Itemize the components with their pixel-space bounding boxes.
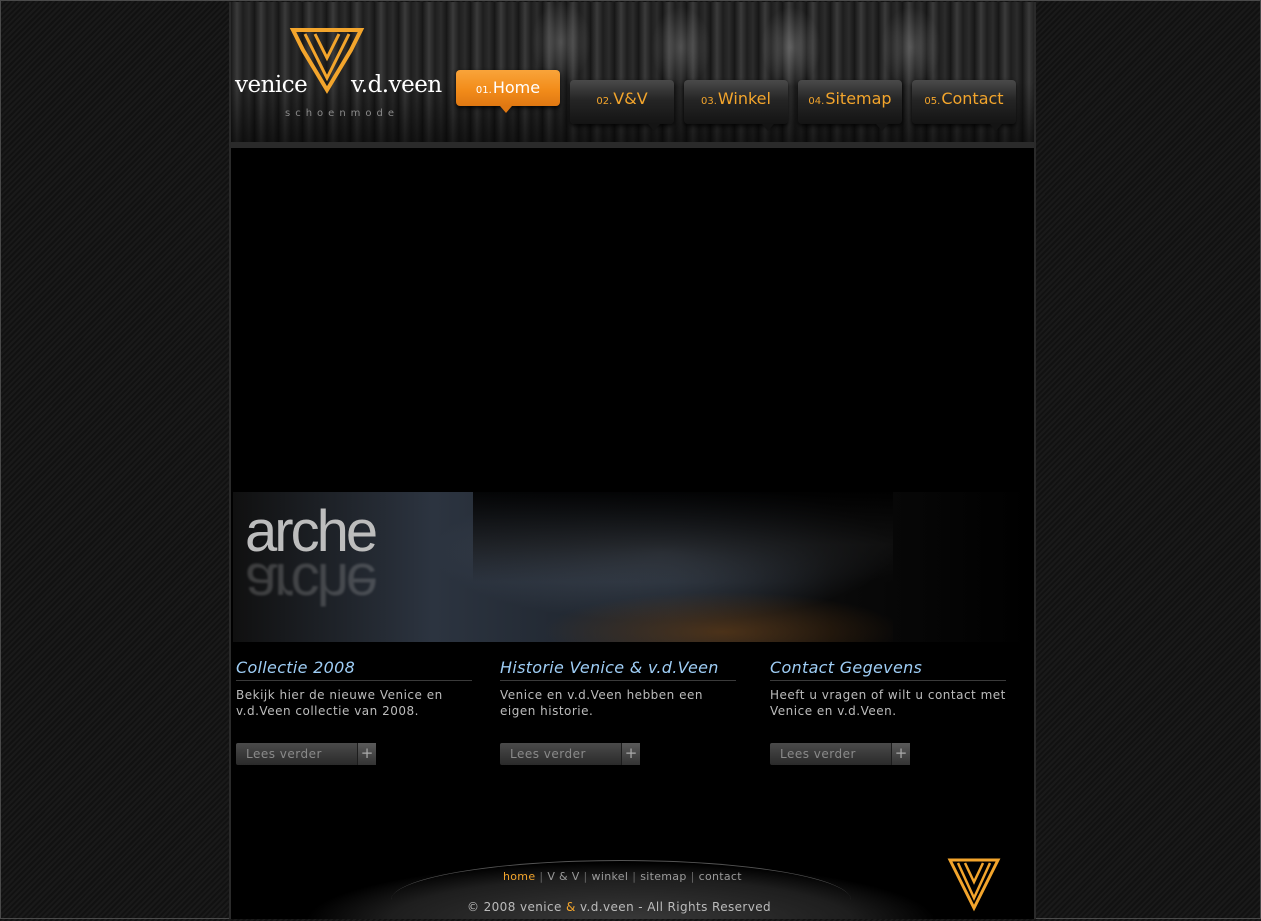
button-label: Lees verder xyxy=(510,747,586,761)
nav-contact-label: Contact xyxy=(941,89,1004,108)
nav-vv-num: 02. xyxy=(596,96,613,107)
nav-winkel-num: 03. xyxy=(701,96,717,107)
logo-text-venice: venice xyxy=(235,72,308,98)
lees-verder-button[interactable]: Lees verder + xyxy=(770,743,910,765)
column-contact: Contact Gegevens Heeft u vragen of wilt … xyxy=(770,658,1006,765)
nav-sitemap-label: Sitemap xyxy=(825,89,892,108)
nav-home-num: 01. xyxy=(475,85,492,96)
button-label: Lees verder xyxy=(780,747,856,761)
nav-pointer xyxy=(762,124,774,131)
vv-monogram-icon xyxy=(947,858,1001,912)
footer-link-vv[interactable]: V & V xyxy=(547,870,579,883)
footer-link-home[interactable]: home xyxy=(503,870,535,883)
footer-separator: | xyxy=(632,870,637,883)
nav-home-label: Home xyxy=(492,78,541,97)
column-collectie: Collectie 2008 Bekijk hier de nieuwe Ven… xyxy=(236,658,472,765)
banner-brand-reflection: arche xyxy=(245,551,376,616)
page-container: venice v.d.veen schoenmode 01.Home 02.V&… xyxy=(229,2,1036,919)
nav-pointer xyxy=(876,124,888,131)
footer-separator: | xyxy=(583,870,588,883)
footer-separator: | xyxy=(539,870,544,883)
column-title: Contact Gegevens xyxy=(770,658,1006,681)
nav-sitemap[interactable]: 04.Sitemap xyxy=(798,80,902,131)
nav-sitemap-num: 04. xyxy=(808,96,825,107)
nav-home[interactable]: 01.Home xyxy=(456,70,560,113)
plus-icon: + xyxy=(357,743,376,765)
footer-link-winkel[interactable]: winkel xyxy=(592,870,629,883)
copyright-post: v.d.veen - All Rights Reserved xyxy=(579,900,772,914)
copyright-text: © 2008 venice & v.d.veen - All Rights Re… xyxy=(467,900,771,914)
footer-nav: home | V & V | winkel | sitemap | contact xyxy=(503,870,742,883)
copyright-pre: © 2008 venice xyxy=(467,900,562,914)
nav-contact[interactable]: 05.Contact xyxy=(912,80,1016,131)
column-title: Historie Venice & v.d.Veen xyxy=(500,658,736,681)
plus-icon: + xyxy=(621,743,640,765)
lees-verder-button[interactable]: Lees verder + xyxy=(236,743,376,765)
lees-verder-button[interactable]: Lees verder + xyxy=(500,743,640,765)
column-text: Bekijk hier de nieuwe Venice en v.d.Veen… xyxy=(236,688,443,718)
button-label: Lees verder xyxy=(246,747,322,761)
nav-pointer xyxy=(648,124,660,131)
nav-contact-num: 05. xyxy=(924,96,941,107)
nav-pointer xyxy=(990,124,1002,131)
promo-banner[interactable]: arche arche xyxy=(233,492,1032,642)
footer-separator: | xyxy=(690,870,695,883)
site-logo[interactable]: venice v.d.veen schoenmode xyxy=(235,20,450,125)
column-text: Heeft u vragen of wilt u contact met Ven… xyxy=(770,688,1006,718)
nav-vv[interactable]: 02.V&V xyxy=(570,80,674,131)
site-footer: home | V & V | winkel | sitemap | contact © 2008… xyxy=(231,842,1034,919)
footer-link-contact[interactable]: contact xyxy=(699,870,742,883)
column-text: Venice en v.d.Veen hebben een eigen hist… xyxy=(500,688,703,718)
nav-vv-label: V&V xyxy=(613,89,648,108)
banner-shoe-image xyxy=(473,492,893,642)
plus-icon: + xyxy=(891,743,910,765)
footer-link-sitemap[interactable]: sitemap xyxy=(640,870,686,883)
logo-text-vdveen: v.d.veen xyxy=(351,72,442,98)
logo-subtitle: schoenmode xyxy=(285,108,400,119)
nav-winkel-label: Winkel xyxy=(717,89,771,108)
column-title: Collectie 2008 xyxy=(236,658,472,681)
nav-pointer xyxy=(500,106,512,113)
copyright-amp: & xyxy=(566,900,576,914)
header-divider xyxy=(231,142,1034,148)
column-historie: Historie Venice & v.d.Veen Venice en v.d… xyxy=(500,658,736,765)
nav-winkel[interactable]: 03.Winkel xyxy=(684,80,788,131)
